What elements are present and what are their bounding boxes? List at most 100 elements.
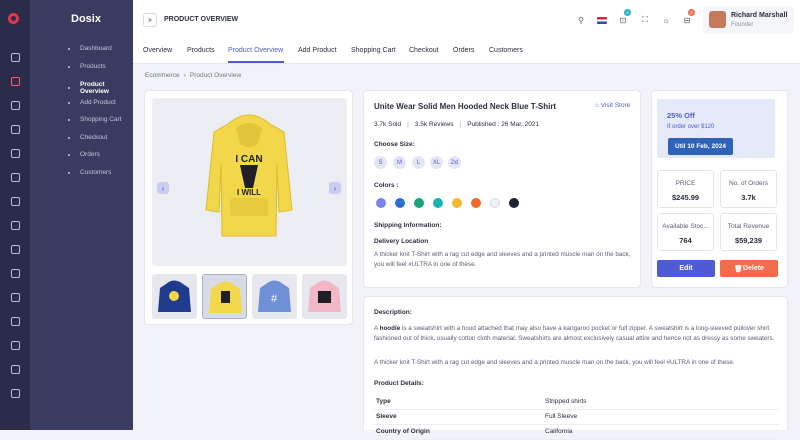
menu-item-add-product[interactable]: Add Product <box>68 99 116 106</box>
color-swatch[interactable] <box>452 198 462 208</box>
tab-products[interactable]: Products <box>187 47 215 54</box>
menu-item-orders[interactable]: Orders <box>68 151 100 158</box>
delivery-text: A thicker knit T-Shirt with a rag cut ed… <box>374 251 631 268</box>
colors-title: Colors : <box>374 182 399 189</box>
id-card-icon[interactable] <box>0 189 30 213</box>
tab-add-product[interactable]: Add Product <box>298 47 337 54</box>
offer-title: 25% Off <box>667 111 695 120</box>
tab-shopping-cart[interactable]: Shopping Cart <box>351 47 396 54</box>
cards-icon[interactable] <box>0 117 30 141</box>
grid-icon[interactable] <box>0 309 30 333</box>
size-option-2xl[interactable]: 2xl <box>448 156 461 169</box>
breadcrumb-ecommerce[interactable]: Ecommerce <box>145 72 180 79</box>
cart-icon[interactable] <box>0 69 30 93</box>
size-option-xl[interactable]: XL <box>430 156 443 169</box>
product-name: Unite Wear Solid Men Hooded Neck Blue T-… <box>374 102 557 111</box>
edit-button[interactable]: Edit <box>657 260 715 277</box>
published-date: 26 Mar, 2021 <box>501 121 540 128</box>
layers-icon[interactable] <box>0 237 30 261</box>
logo-mark-icon <box>8 13 19 24</box>
offer-deadline-button[interactable]: Util 10 Feb, 2024 <box>668 138 733 155</box>
sold-count: 3.7k <box>374 121 387 128</box>
thumbnail-navy-hoodie[interactable] <box>152 274 197 319</box>
map-icon[interactable] <box>0 381 30 405</box>
menu-item-customers[interactable]: Customers <box>67 169 111 176</box>
delete-button[interactable]: 🗑 Delete <box>720 260 778 277</box>
size-option-l[interactable]: L <box>412 156 425 169</box>
description-bold-word: hoodie <box>379 325 401 332</box>
delivery-title: Delivery Location <box>374 238 429 245</box>
fullscreen-icon[interactable]: ⛶ <box>640 15 650 25</box>
visit-store-link[interactable]: ⌂ Visit Store <box>595 102 630 109</box>
user-circle-icon[interactable] <box>0 165 30 189</box>
brand-name: Dosix <box>71 13 101 25</box>
menu-item-dashboard[interactable]: Dashboard <box>68 45 112 52</box>
description-paragraph-1: A hoodie is a sweatshirt with a hood att… <box>374 325 775 342</box>
table-icon[interactable] <box>0 285 30 309</box>
reviews-count: 3.5k <box>414 121 428 128</box>
flask-icon[interactable] <box>0 357 30 381</box>
color-swatch[interactable] <box>414 198 424 208</box>
stat-price: PRICE $245.99 <box>657 170 714 208</box>
thumbnail-pink-hoodie[interactable] <box>302 274 347 319</box>
product-meta: 3.7k Sold | 3.5k Reviews | Published : 26 … <box>374 121 540 128</box>
pen-icon[interactable] <box>0 261 30 285</box>
user-role: Founder <box>731 22 754 28</box>
notification-icon[interactable]: ⊟ <box>682 15 692 25</box>
search-icon[interactable]: ⚲ <box>576 15 586 25</box>
thumbnail-blue-hoodie[interactable]: # <box>252 274 297 319</box>
avatar <box>709 11 726 28</box>
active-tab-indicator <box>228 61 284 63</box>
stat-orders-value: 3.7k <box>741 193 756 202</box>
detail-key: Country of Origin <box>376 428 430 435</box>
size-option-s[interactable]: S <box>374 156 387 169</box>
color-swatch[interactable] <box>490 198 500 208</box>
color-swatch[interactable] <box>471 198 481 208</box>
tab-bar: Overview Products Product Overview Add P… <box>133 40 800 64</box>
cart-icon[interactable]: ⊡ <box>618 15 628 25</box>
tab-orders[interactable]: Orders <box>453 47 474 54</box>
color-swatch[interactable] <box>376 198 386 208</box>
breadcrumb-separator: › <box>183 72 186 79</box>
detail-key: Sleeve <box>376 413 397 420</box>
menu-item-product-overview[interactable]: Product Overview <box>68 81 133 95</box>
mail-icon[interactable] <box>0 141 30 165</box>
color-swatch[interactable] <box>509 198 519 208</box>
stat-stock-value: 764 <box>679 236 692 245</box>
breadcrumb-current: Product Overview <box>189 72 242 79</box>
offer-box: 25% Off If order over $120 Util 10 Feb, … <box>657 99 775 158</box>
description-title: Description: <box>374 309 412 316</box>
expand-sidebar-button[interactable]: » <box>143 13 157 27</box>
cart-badge: 4 <box>624 9 631 16</box>
color-swatch[interactable] <box>433 198 443 208</box>
shipping-title: Shipping Information: <box>374 222 442 229</box>
detail-key: Type <box>376 398 391 405</box>
layout-icon[interactable] <box>0 45 30 69</box>
color-swatch[interactable] <box>395 198 405 208</box>
tab-product-overview[interactable]: Product Overview <box>228 47 283 54</box>
menu-item-checkout[interactable]: Checkout <box>67 134 107 141</box>
brand-logo[interactable] <box>8 13 19 24</box>
rail-icon-list <box>0 45 30 405</box>
menu-item-products[interactable]: Products <box>68 63 106 70</box>
thumbnail-yellow-hoodie[interactable] <box>202 274 247 319</box>
theme-toggle-icon[interactable]: ☼ <box>661 15 671 25</box>
prev-image-button[interactable]: ‹ <box>157 182 169 194</box>
tab-customers[interactable]: Customers <box>489 47 523 54</box>
language-flag-icon[interactable] <box>597 15 607 25</box>
detail-value: Full Sleeve <box>545 413 578 420</box>
reviews-label: Reviews <box>428 121 454 128</box>
sidebar-menu: Dosix Dashboard Products Product Overvie… <box>30 0 133 430</box>
trash-icon: 🗑 <box>734 265 743 273</box>
calendar-icon[interactable] <box>0 93 30 117</box>
tab-overview[interactable]: Overview <box>143 47 172 54</box>
tab-checkout[interactable]: Checkout <box>409 47 439 54</box>
detail-value: Stripped shirts <box>545 398 587 405</box>
clock-icon[interactable] <box>0 333 30 357</box>
size-option-m[interactable]: M <box>393 156 406 169</box>
user-profile[interactable]: Richard Marshall Founder <box>703 6 794 34</box>
menu-item-shopping-cart[interactable]: Shopping Cart <box>68 116 122 123</box>
breadcrumb: Ecommerce › Product Overview <box>145 72 241 79</box>
next-image-button[interactable]: › <box>329 182 341 194</box>
box-icon[interactable] <box>0 213 30 237</box>
